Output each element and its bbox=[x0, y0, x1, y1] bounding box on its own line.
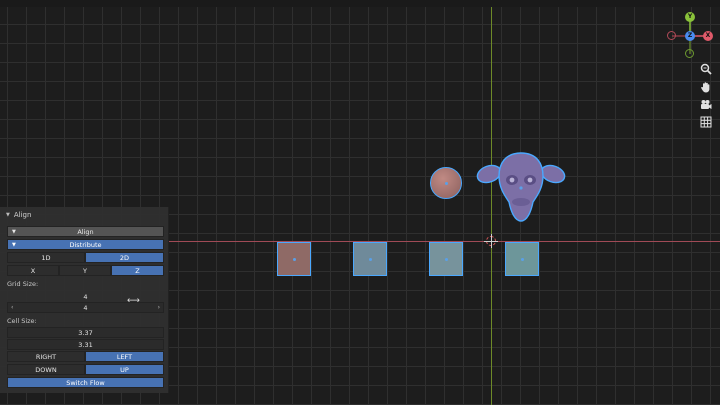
axis-z-button[interactable]: Z bbox=[111, 265, 164, 276]
axis-y-button[interactable]: Y bbox=[59, 265, 111, 276]
object-origin bbox=[520, 257, 524, 261]
align-toggle-button[interactable]: ▼ Align bbox=[7, 226, 164, 237]
sphere-object[interactable] bbox=[430, 167, 462, 199]
camera-icon[interactable] bbox=[699, 98, 713, 112]
3d-cursor-icon bbox=[484, 234, 498, 248]
cube-object-3[interactable] bbox=[429, 242, 463, 276]
gizmo-neg-x-axis[interactable] bbox=[667, 31, 676, 40]
up-button[interactable]: UP bbox=[85, 364, 164, 375]
axis-x-button[interactable]: X bbox=[7, 265, 59, 276]
grid-size-x-field[interactable]: 4 bbox=[7, 291, 164, 302]
cell-size-y-value: 3.31 bbox=[78, 340, 93, 349]
gizmo-neg-y-axis[interactable] bbox=[685, 49, 694, 58]
grid-icon[interactable] bbox=[699, 115, 713, 129]
align-button-label: Align bbox=[77, 227, 94, 236]
horizontal-direction-row: RIGHT LEFT bbox=[7, 351, 164, 362]
left-button[interactable]: LEFT bbox=[85, 351, 164, 362]
grid-size-x-value: 4 bbox=[83, 292, 88, 301]
cell-size-y-field[interactable]: 3.31 bbox=[7, 339, 164, 350]
down-button[interactable]: DOWN bbox=[7, 364, 85, 375]
gizmo-y-axis[interactable]: Y bbox=[685, 12, 695, 22]
grid-size-y-field[interactable]: ‹ 4 › bbox=[7, 302, 164, 313]
dimension-row: 1D 2D bbox=[7, 252, 164, 263]
switch-flow-row: Switch Flow bbox=[7, 377, 164, 388]
vertical-direction-row: DOWN UP bbox=[7, 364, 164, 375]
distribute-row: ▼ Distribute bbox=[7, 239, 164, 250]
switch-flow-button[interactable]: Switch Flow bbox=[7, 377, 164, 388]
cell-size-label: Cell Size: bbox=[7, 317, 37, 325]
cube-object-1[interactable] bbox=[277, 242, 311, 276]
navigation-gizmo[interactable]: Y Z X bbox=[664, 8, 716, 60]
increment-arrow-icon[interactable]: › bbox=[158, 304, 160, 311]
monkey-object[interactable] bbox=[475, 150, 567, 224]
dimension-2d-button[interactable]: 2D bbox=[85, 252, 164, 263]
dimension-1d-button[interactable]: 1D bbox=[7, 252, 85, 263]
axis-row: X Y Z bbox=[7, 265, 164, 276]
object-origin bbox=[292, 257, 296, 261]
align-row: ▼ Align bbox=[7, 226, 164, 237]
distribute-toggle-button[interactable]: ▼ Distribute bbox=[7, 239, 164, 250]
grid-size-label: Grid Size: bbox=[7, 280, 39, 288]
hand-pan-icon[interactable] bbox=[699, 80, 713, 94]
collapse-triangle-icon[interactable]: ▼ bbox=[6, 212, 10, 218]
expand-triangle-icon: ▼ bbox=[12, 228, 16, 235]
align-panel[interactable]: ▼ Align ▼ Align ▼ Distribute 1D 2D X Y Z… bbox=[0, 207, 169, 393]
panel-header[interactable]: ▼ Align bbox=[0, 207, 168, 222]
object-origin bbox=[368, 257, 372, 261]
cell-size-x-value: 3.37 bbox=[78, 328, 93, 337]
panel-title: Align bbox=[13, 210, 32, 219]
cube-object-4[interactable] bbox=[505, 242, 539, 276]
zoom-icon[interactable] bbox=[699, 62, 713, 76]
decrement-arrow-icon[interactable]: ‹ bbox=[11, 304, 13, 311]
resize-cursor-icon: ⟷ bbox=[127, 296, 140, 306]
cube-object-2[interactable] bbox=[353, 242, 387, 276]
right-button[interactable]: RIGHT bbox=[7, 351, 85, 362]
gizmo-x-axis[interactable]: X bbox=[703, 31, 713, 41]
cell-size-x-field[interactable]: 3.37 bbox=[7, 327, 164, 338]
grid-size-y-value: 4 bbox=[83, 303, 88, 312]
gizmo-z-axis[interactable]: Z bbox=[685, 31, 695, 41]
distribute-button-label: Distribute bbox=[69, 240, 102, 249]
header-strip bbox=[0, 0, 720, 7]
object-origin bbox=[444, 181, 448, 185]
object-origin bbox=[444, 257, 448, 261]
expand-triangle-icon: ▼ bbox=[12, 241, 16, 248]
